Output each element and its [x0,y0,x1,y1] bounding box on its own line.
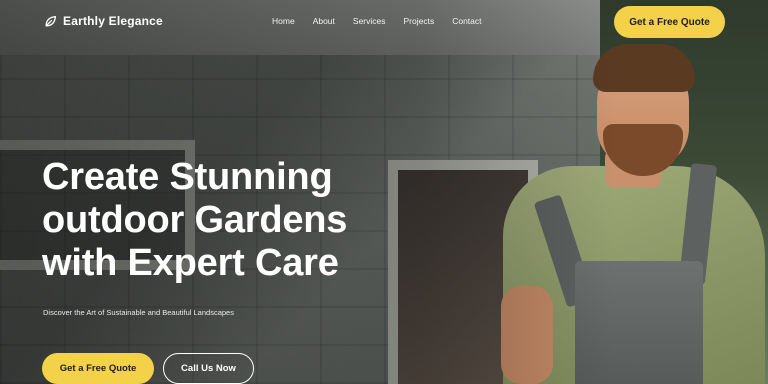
headline-line: with Expert Care [42,242,339,284]
nav-get-quote-button[interactable]: Get a Free Quote [614,6,725,38]
top-navbar: Earthly Elegance Home About Services Pro… [0,0,768,46]
nav-links: Home About Services Projects Contact [272,16,482,26]
nav-link-contact[interactable]: Contact [452,16,481,26]
get-quote-button[interactable]: Get a Free Quote [42,353,154,384]
brand-logo[interactable]: Earthly Elegance [44,14,163,28]
nav-link-home[interactable]: Home [272,16,295,26]
hero-section: Earthly Elegance Home About Services Pro… [0,0,768,384]
brand-name: Earthly Elegance [63,14,163,28]
headline-line: outdoor Gardens [42,199,348,241]
nav-link-projects[interactable]: Projects [404,16,435,26]
nav-link-about[interactable]: About [313,16,335,26]
hero-headline: Create Stunning outdoor Gardens with Exp… [42,156,422,285]
leaf-icon [44,15,57,28]
nav-link-services[interactable]: Services [353,16,386,26]
hero-subtitle: Discover the Art of Sustainable and Beau… [43,308,234,317]
call-us-button[interactable]: Call Us Now [163,353,254,384]
headline-line: Create Stunning [42,156,333,198]
